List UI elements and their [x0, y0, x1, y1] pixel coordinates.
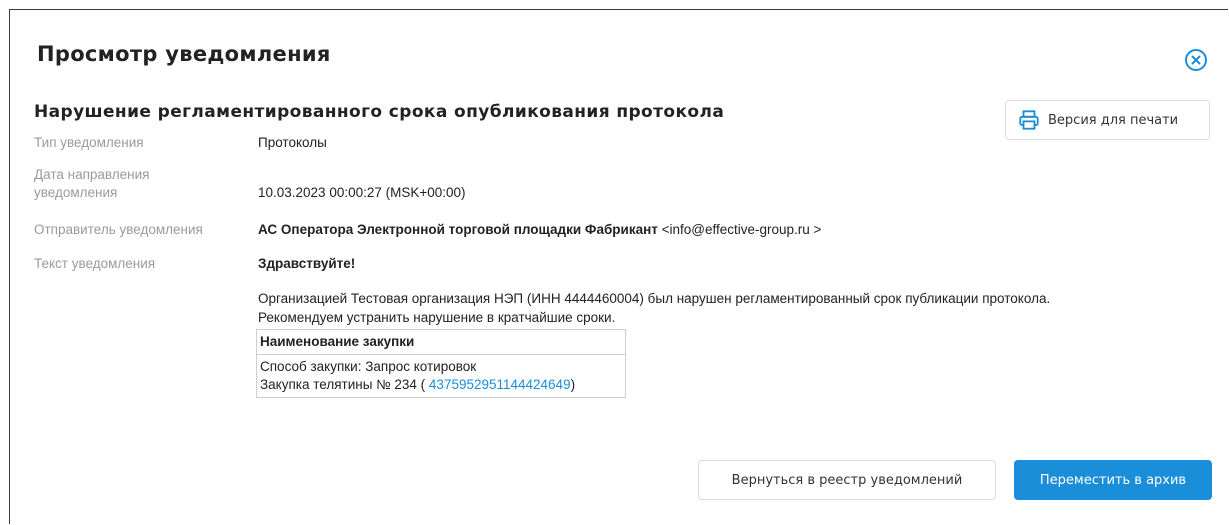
purchase-method: Способ закупки: Запрос котировок	[260, 359, 477, 374]
close-circle-icon	[1185, 49, 1207, 71]
date-label: Дата направления уведомления	[34, 166, 234, 202]
date-value: 10.03.2023 00:00:27 (MSK+00:00)	[258, 185, 466, 200]
sender-email: <info@effective-group.ru >	[657, 222, 822, 237]
back-to-registry-button[interactable]: Вернуться в реестр уведомлений	[698, 460, 996, 500]
date-label-line2: уведомления	[34, 185, 118, 200]
purchase-table-header: Наименование закупки	[256, 329, 626, 355]
purchase-prefix: Закупка телятины № 234 (	[260, 377, 429, 392]
sender-label: Отправитель уведомления	[34, 222, 203, 237]
type-value: Протоколы	[258, 135, 327, 150]
print-version-button[interactable]: Версия для печати	[1005, 100, 1210, 140]
notification-modal: Просмотр уведомления Нарушение регламент…	[9, 9, 1228, 524]
date-label-line1: Дата направления	[34, 167, 150, 182]
greeting: Здравствуйте!	[258, 256, 356, 271]
message-line-1: Организацией Тестовая организация НЭП (И…	[258, 291, 1051, 306]
printer-icon	[1019, 110, 1039, 130]
text-label: Текст уведомления	[34, 256, 156, 271]
sender-value: АС Оператора Электронной торговой площад…	[258, 221, 821, 239]
purchase-cell: Способ закупки: Запрос котировок Закупка…	[256, 354, 626, 398]
print-version-label: Версия для печати	[1048, 112, 1179, 128]
purchase-table: Наименование закупки Способ закупки: Зап…	[256, 329, 626, 398]
purchase-suffix: )	[570, 377, 576, 392]
purchase-number-link[interactable]: 4375952951144424649	[429, 377, 571, 392]
modal-title: Просмотр уведомления	[37, 42, 331, 66]
close-button[interactable]	[1184, 48, 1208, 72]
sender-name: АС Оператора Электронной торговой площад…	[258, 222, 658, 237]
purchase-name: Закупка телятины № 234 ( 437595295114442…	[260, 376, 622, 394]
notification-subject: Нарушение регламентированного срока опуб…	[34, 102, 725, 122]
message-line-2: Рекомендуем устранить нарушение в кратча…	[258, 310, 616, 325]
move-to-archive-button[interactable]: Переместить в архив	[1014, 460, 1212, 500]
type-label: Тип уведомления	[34, 135, 144, 150]
